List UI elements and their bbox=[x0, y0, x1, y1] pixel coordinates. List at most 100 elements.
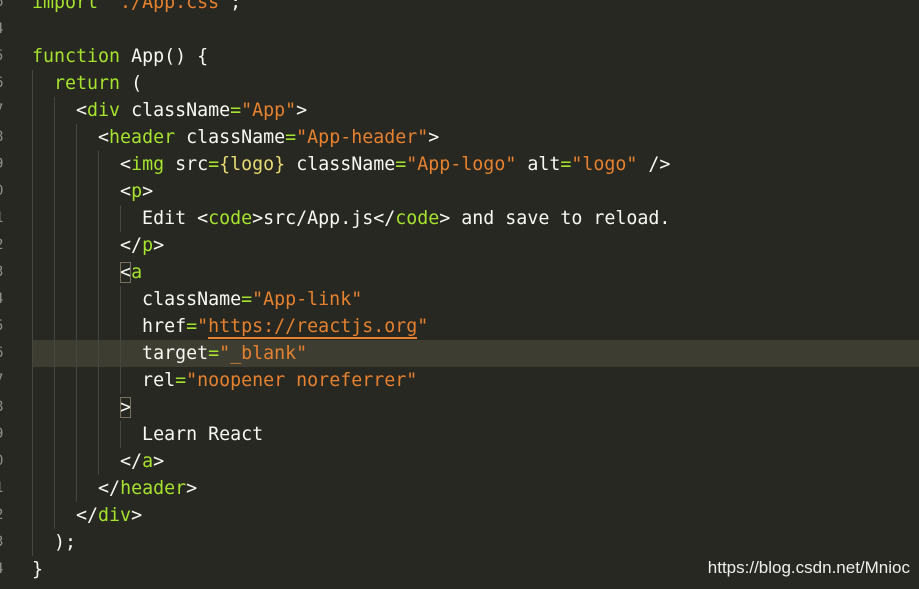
code-text: rel="noopener noreferrer" bbox=[32, 367, 417, 394]
code-line[interactable]: 5 function App() { bbox=[0, 43, 919, 70]
code-token: ( bbox=[120, 73, 143, 94]
code-token: p bbox=[131, 181, 143, 202]
line-number: 4 bbox=[0, 16, 7, 43]
line-number: 1 bbox=[0, 475, 7, 502]
code-text: href="https://reactjs.org" bbox=[32, 313, 428, 340]
code-line[interactable]: 5 href="https://reactjs.org" bbox=[0, 313, 919, 340]
code-token: return bbox=[54, 73, 121, 94]
code-line[interactable]: 4 className="App-link" bbox=[0, 286, 919, 313]
code-token: = bbox=[175, 370, 187, 391]
code-token: </ bbox=[32, 505, 99, 526]
line-number: 6 bbox=[0, 70, 7, 97]
code-token: = bbox=[395, 154, 407, 175]
code-line[interactable]: 1 </header> bbox=[0, 475, 919, 502]
code-line[interactable]: 7 <div className="App"> bbox=[0, 97, 919, 124]
code-token: className bbox=[120, 100, 231, 121]
code-editor[interactable]: 6import "./App.css";45function App() {6 … bbox=[0, 0, 919, 583]
line-number: 3 bbox=[0, 259, 7, 286]
code-token: /> bbox=[637, 154, 671, 175]
code-line[interactable]: 3 <a bbox=[0, 259, 919, 286]
code-token: = bbox=[241, 289, 253, 310]
code-token: import bbox=[32, 0, 110, 13]
line-number: 8 bbox=[0, 394, 7, 421]
code-line[interactable]: 0 <p> bbox=[0, 178, 919, 205]
code-token: < bbox=[32, 154, 132, 175]
code-token: "logo" bbox=[571, 154, 638, 175]
code-token: href bbox=[32, 316, 187, 337]
code-token: https://reactjs.org bbox=[208, 316, 418, 339]
code-text: } bbox=[32, 556, 43, 583]
code-token: src bbox=[164, 154, 209, 175]
line-number: 2 bbox=[0, 502, 7, 529]
code-line[interactable]: 2 </p> bbox=[0, 232, 919, 259]
line-number: 3 bbox=[0, 529, 7, 556]
code-token: header bbox=[120, 478, 187, 499]
code-token: "App-header" bbox=[296, 127, 429, 148]
code-line[interactable]: 8 > bbox=[0, 394, 919, 421]
code-token: > bbox=[428, 127, 440, 148]
code-token: rel bbox=[32, 370, 176, 391]
code-token: a bbox=[131, 262, 143, 283]
code-line[interactable]: 2 </div> bbox=[0, 502, 919, 529]
code-token: > bbox=[131, 505, 143, 526]
code-text: className="App-link" bbox=[32, 286, 362, 313]
code-line[interactable]: 9 Learn React bbox=[0, 421, 919, 448]
code-token: > bbox=[153, 235, 165, 256]
line-number: 6 bbox=[0, 340, 7, 367]
code-token: Edit < bbox=[32, 208, 209, 229]
code-token: " bbox=[417, 316, 429, 337]
code-text: > bbox=[32, 394, 132, 421]
code-token: > bbox=[142, 181, 154, 202]
code-line[interactable]: 9 <img src={logo} className="App-logo" a… bbox=[0, 151, 919, 178]
code-text: <header className="App-header"> bbox=[32, 124, 439, 151]
code-line[interactable]: 8 <header className="App-header"> bbox=[0, 124, 919, 151]
code-token: "App-link" bbox=[252, 289, 363, 310]
line-number: 1 bbox=[0, 205, 7, 232]
code-text: Learn React bbox=[32, 421, 263, 448]
code-line[interactable]: 6 import "./App.css"; bbox=[0, 0, 919, 16]
code-token: a bbox=[142, 451, 154, 472]
code-token: > bbox=[153, 451, 165, 472]
code-token: App() { bbox=[120, 46, 209, 67]
code-text: <a bbox=[32, 259, 142, 286]
line-number: 9 bbox=[0, 421, 7, 448]
code-text: import "./App.css"; bbox=[32, 0, 241, 16]
code-text: return ( bbox=[32, 70, 142, 97]
code-text: </p> bbox=[32, 232, 164, 259]
code-line[interactable]: 7 rel="noopener noreferrer" bbox=[0, 367, 919, 394]
code-line[interactable]: 3 ); bbox=[0, 529, 919, 556]
code-token: p bbox=[142, 235, 154, 256]
code-token: > bbox=[186, 478, 198, 499]
code-token: " bbox=[197, 316, 209, 337]
code-text: ); bbox=[32, 529, 76, 556]
code-token: > bbox=[296, 100, 308, 121]
line-number: 4 bbox=[0, 286, 7, 313]
code-token: "App-logo" bbox=[406, 154, 517, 175]
code-text: <div className="App"> bbox=[32, 97, 307, 124]
line-number: 8 bbox=[0, 124, 7, 151]
code-token: >src/App.js</ bbox=[252, 208, 396, 229]
code-token: Learn React bbox=[32, 424, 264, 445]
code-line[interactable]: 4 bbox=[0, 16, 919, 43]
code-token: header bbox=[109, 127, 176, 148]
code-text: target="_blank" bbox=[32, 340, 307, 367]
code-token: </ bbox=[32, 451, 143, 472]
code-token: < bbox=[32, 127, 110, 148]
code-line[interactable]: 1 Edit <code>src/App.js</code> and save … bbox=[0, 205, 919, 232]
code-token: = bbox=[208, 154, 220, 175]
code-token: function bbox=[32, 46, 121, 67]
code-line[interactable]: 0 </a> bbox=[0, 448, 919, 475]
code-token: } bbox=[32, 559, 44, 580]
line-number: 7 bbox=[0, 367, 7, 394]
code-token: className bbox=[285, 154, 396, 175]
code-text: <img src={logo} className="App-logo" alt… bbox=[32, 151, 670, 178]
code-token: "noopener noreferrer" bbox=[186, 370, 418, 391]
code-line[interactable]: 6 target="_blank" bbox=[0, 340, 919, 367]
code-token: div bbox=[98, 505, 132, 526]
code-line[interactable]: 6 return ( bbox=[0, 70, 919, 97]
code-token: = bbox=[186, 316, 198, 337]
code-token: ); bbox=[32, 532, 77, 553]
